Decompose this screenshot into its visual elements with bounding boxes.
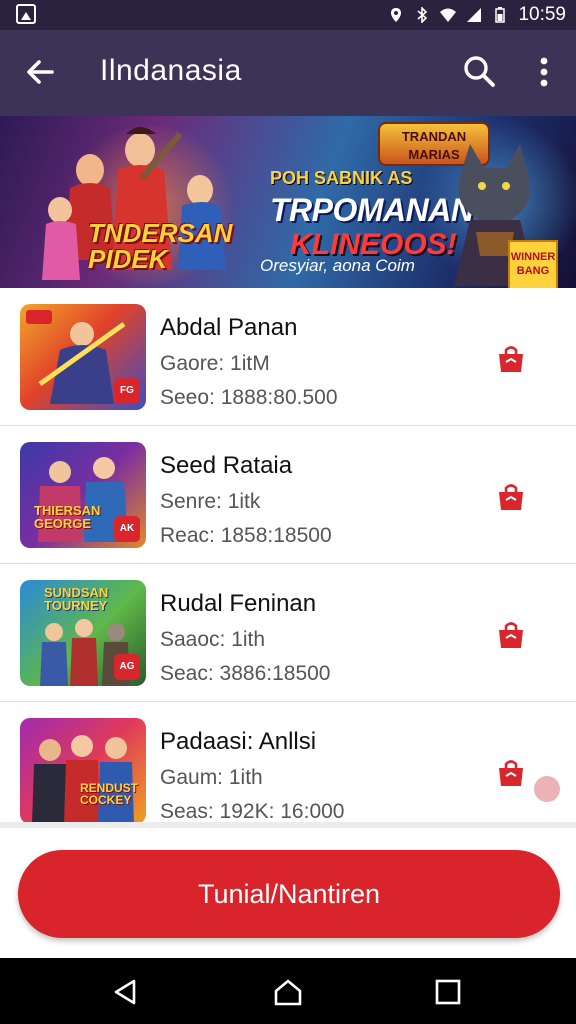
thumbnail-label: SUNDSAN TOURNEY [44,585,109,613]
game-name: Padaasi: Anllsi [160,728,317,755]
game-name: Abdal Panan [160,314,298,341]
game-list: FG Abdal Panan Gaore: 1itM Seeo: 1888:80… [0,288,576,822]
game-name: Seed Rataia [160,452,293,479]
battery-icon [495,7,506,23]
status-icons: 10:59 [388,4,566,26]
thumbnail-badge: AG [114,654,140,680]
shop-bag-icon[interactable] [494,342,528,376]
list-item[interactable]: FG Abdal Panan Gaore: 1itM Seeo: 1888:80… [0,288,576,426]
system-nav-bar [0,958,576,1024]
game-meta-2: Seac: 3886:18500 [160,662,331,685]
banner-corner-tag-text: WINNER BANG [510,251,556,277]
game-meta-2: Reac: 1858:18500 [160,524,332,547]
back-arrow-icon[interactable] [22,54,58,90]
banner-left-title-text: TNDERSAN PIDEK [88,218,233,274]
game-meta-2: Seas: 192K: 16:000 [160,800,345,822]
nav-back-icon[interactable] [110,976,142,1008]
page-title: Ilndanasia [100,54,242,87]
game-thumbnail[interactable]: FG [20,304,146,410]
game-meta-1: Saaoc: 1ith [160,628,266,651]
gallery-icon [16,4,36,24]
game-meta-2: Seeo: 1888:80.500 [160,386,338,409]
shop-bag-icon[interactable] [494,756,528,790]
game-meta-1: Gaum: 1ith [160,766,263,789]
signal-icon [467,8,482,22]
game-name: Rudal Feninan [160,590,317,617]
list-item[interactable]: SUNDSAN TOURNEY AG Rudal Feninan Saaoc: … [0,564,576,702]
promo-banner[interactable]: TNDERSAN PIDEK TRANDAN MARIAS POH SABNIK… [0,116,576,288]
game-meta-1: Senre: 1itk [160,490,261,513]
game-thumbnail[interactable]: SUNDSAN TOURNEY AG [20,580,146,686]
thumbnail-badge: FG [114,378,140,404]
wifi-icon [440,8,457,22]
game-thumbnail[interactable]: THIERSAN GEORGE AK [20,442,146,548]
bluetooth-icon [417,7,428,23]
shop-bag-icon[interactable] [494,480,528,514]
thumbnail-badge: AK [114,516,140,542]
list-item[interactable]: THIERSAN GEORGE AK Seed Rataia Senre: 1i… [0,426,576,564]
shop-bag-icon[interactable] [494,618,528,652]
game-thumbnail[interactable]: RENDUST COCKEY [20,718,146,822]
app-bar: Ilndanasia [0,30,576,116]
banner-left-title: TNDERSAN PIDEK [88,220,232,272]
banner-caption: Oresyiar, aona Coim [260,256,415,275]
nav-recents-icon[interactable] [432,976,464,1008]
nav-home-icon[interactable] [272,976,304,1008]
game-meta-1: Gaore: 1itM [160,352,270,375]
search-icon[interactable] [460,52,498,90]
thumbnail-label: THIERSAN GEORGE [34,503,101,531]
thumbnail-label: RENDUST COCKEY [80,781,139,807]
thumbnail-corner-tag [26,310,52,324]
clock: 10:59 [518,4,566,25]
status-bar: 10:59 [0,0,576,30]
location-icon [391,8,402,22]
more-vert-icon[interactable] [530,52,558,92]
banner-headline-1: POH SABNIK AS [270,168,413,188]
list-item[interactable]: RENDUST COCKEY Padaasi: Anllsi Gaum: 1it… [0,702,576,822]
primary-action-button[interactable]: Tunial/Nantiren [18,850,560,938]
touch-indicator [534,776,560,802]
banner-corner-tag: WINNER BANG [508,240,558,288]
